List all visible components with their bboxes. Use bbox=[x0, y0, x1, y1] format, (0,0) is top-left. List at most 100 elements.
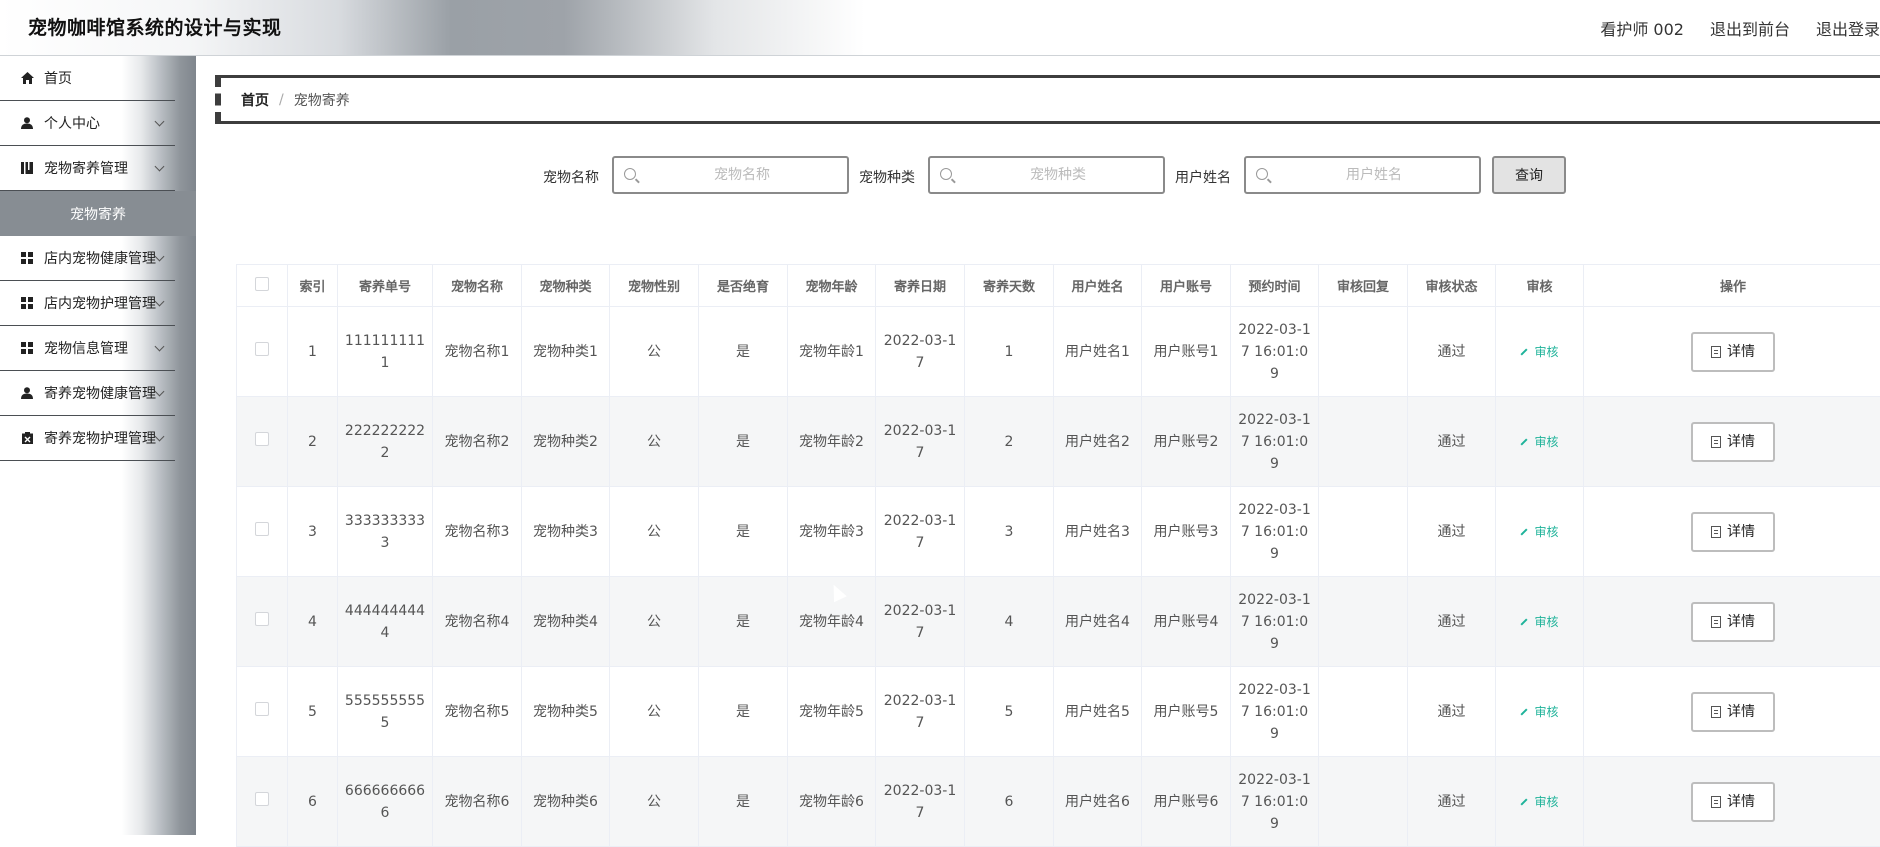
detail-button[interactable]: 详情 bbox=[1691, 332, 1775, 372]
cell-time: 2022-03-17 16:01:09 bbox=[1231, 667, 1319, 757]
detail-button[interactable]: 详情 bbox=[1691, 782, 1775, 822]
user-name-label: 用户姓名 bbox=[1175, 167, 1231, 187]
column-header: 寄养天数 bbox=[965, 265, 1054, 307]
breadcrumb-home[interactable]: 首页 bbox=[241, 90, 269, 110]
sidebar-item-boarding-care[interactable]: 寄养宠物护理管理 bbox=[0, 416, 175, 461]
cell-gender: 公 bbox=[610, 667, 699, 757]
table-row: 44444444444宠物名称4宠物种类4公是宠物年龄42022-03-174用… bbox=[237, 577, 1880, 667]
detail-button[interactable]: 详情 bbox=[1691, 602, 1775, 642]
audit-link[interactable]: 审核 bbox=[1520, 525, 1558, 539]
table-row: 33333333333宠物名称3宠物种类3公是宠物年龄32022-03-173用… bbox=[237, 487, 1880, 577]
cell-user: 用户姓名3 bbox=[1054, 487, 1142, 577]
cell-audit: 审核 bbox=[1496, 667, 1584, 757]
cell-date: 2022-03-17 bbox=[876, 757, 965, 847]
cell-order-no: 3333333333 bbox=[338, 487, 433, 577]
logout-link[interactable]: 退出登录 bbox=[1816, 16, 1880, 40]
cell-reply bbox=[1319, 307, 1408, 397]
select-all-cell[interactable] bbox=[237, 265, 288, 307]
column-header: 审核 bbox=[1496, 265, 1584, 307]
cell-date: 2022-03-17 bbox=[876, 667, 965, 757]
cell-index: 2 bbox=[288, 397, 338, 487]
cell-days: 4 bbox=[965, 577, 1054, 667]
audit-link[interactable]: 审核 bbox=[1520, 615, 1558, 629]
row-select-cell[interactable] bbox=[237, 397, 288, 487]
grid-icon bbox=[20, 341, 34, 355]
row-select-cell[interactable] bbox=[237, 667, 288, 757]
cell-audit: 审核 bbox=[1496, 577, 1584, 667]
sidebar-item-boarding-health[interactable]: 寄养宠物健康管理 bbox=[0, 371, 175, 416]
cell-actions: 详情 bbox=[1584, 307, 1880, 397]
detail-button[interactable]: 详情 bbox=[1691, 422, 1775, 462]
search-icon bbox=[940, 168, 952, 180]
cell-age: 宠物年龄5 bbox=[788, 667, 876, 757]
table-header-row: 索引 寄养单号 宠物名称 宠物种类 宠物性别 是否绝育 宠物年龄 寄养日期 寄养… bbox=[237, 265, 1880, 307]
search-bar: 宠物名称 宠物种类 用户姓名 查询 bbox=[0, 156, 1880, 196]
pet-name-field[interactable] bbox=[612, 156, 849, 194]
cell-actions: 详情 bbox=[1584, 577, 1880, 667]
sidebar-item-personal-center[interactable]: 个人中心 bbox=[0, 101, 175, 146]
search-icon bbox=[624, 168, 636, 180]
document-icon bbox=[1711, 796, 1721, 808]
audit-link[interactable]: 审核 bbox=[1520, 345, 1558, 359]
detail-label: 详情 bbox=[1727, 611, 1755, 633]
cell-days: 3 bbox=[965, 487, 1054, 577]
row-checkbox[interactable] bbox=[255, 792, 269, 806]
breadcrumb-current: 宠物寄养 bbox=[294, 90, 350, 110]
cell-account: 用户账号5 bbox=[1142, 667, 1231, 757]
grid-icon bbox=[20, 296, 34, 310]
user-name-field[interactable] bbox=[1244, 156, 1481, 194]
detail-button[interactable]: 详情 bbox=[1691, 692, 1775, 732]
row-checkbox[interactable] bbox=[255, 432, 269, 446]
row-checkbox[interactable] bbox=[255, 702, 269, 716]
edit-icon bbox=[1521, 618, 1528, 625]
user-name-input[interactable] bbox=[1274, 158, 1474, 192]
row-select-cell[interactable] bbox=[237, 757, 288, 847]
cell-name: 宠物名称3 bbox=[433, 487, 522, 577]
user-icon bbox=[20, 116, 34, 130]
cell-order-no: 1111111111 bbox=[338, 307, 433, 397]
cell-audit: 审核 bbox=[1496, 757, 1584, 847]
audit-link[interactable]: 审核 bbox=[1520, 795, 1558, 809]
cell-audit: 审核 bbox=[1496, 307, 1584, 397]
row-checkbox[interactable] bbox=[255, 612, 269, 626]
row-checkbox[interactable] bbox=[255, 522, 269, 536]
pet-name-input[interactable] bbox=[642, 158, 842, 192]
cell-date: 2022-03-17 bbox=[876, 577, 965, 667]
edit-icon bbox=[1521, 438, 1528, 445]
row-select-cell[interactable] bbox=[237, 577, 288, 667]
sidebar-subitem-pet-boarding[interactable]: 宠物寄养 bbox=[0, 191, 196, 236]
sidebar-item-pet-info[interactable]: 宠物信息管理 bbox=[0, 326, 175, 371]
cell-account: 用户账号6 bbox=[1142, 757, 1231, 847]
cell-date: 2022-03-17 bbox=[876, 307, 965, 397]
cell-gender: 公 bbox=[610, 757, 699, 847]
query-button[interactable]: 查询 bbox=[1492, 156, 1566, 194]
cell-days: 5 bbox=[965, 667, 1054, 757]
cell-days: 1 bbox=[965, 307, 1054, 397]
sidebar-item-store-care[interactable]: 店内宠物护理管理 bbox=[0, 281, 175, 326]
cell-user: 用户姓名1 bbox=[1054, 307, 1142, 397]
select-all-checkbox[interactable] bbox=[255, 277, 269, 291]
document-icon bbox=[1711, 616, 1721, 628]
grid-icon bbox=[20, 251, 34, 265]
sidebar-item-home[interactable]: 首页 bbox=[0, 56, 175, 101]
sidebar-item-store-health[interactable]: 店内宠物健康管理 bbox=[0, 236, 175, 281]
cell-status: 通过 bbox=[1408, 667, 1496, 757]
cell-actions: 详情 bbox=[1584, 667, 1880, 757]
back-to-front-link[interactable]: 退出到前台 bbox=[1710, 16, 1790, 40]
detail-button[interactable]: 详情 bbox=[1691, 512, 1775, 552]
cell-type: 宠物种类5 bbox=[522, 667, 610, 757]
audit-label: 审核 bbox=[1534, 615, 1558, 629]
cell-status: 通过 bbox=[1408, 757, 1496, 847]
row-select-cell[interactable] bbox=[237, 487, 288, 577]
pet-type-input[interactable] bbox=[958, 158, 1158, 192]
row-select-cell[interactable] bbox=[237, 307, 288, 397]
audit-link[interactable]: 审核 bbox=[1520, 705, 1558, 719]
pet-type-field[interactable] bbox=[928, 156, 1165, 194]
row-checkbox[interactable] bbox=[255, 342, 269, 356]
audit-link[interactable]: 审核 bbox=[1520, 435, 1558, 449]
cell-neutered: 是 bbox=[699, 757, 788, 847]
cell-time: 2022-03-17 16:01:09 bbox=[1231, 487, 1319, 577]
chevron-down-icon bbox=[155, 252, 165, 262]
sidebar-item-label: 店内宠物健康管理 bbox=[44, 248, 156, 268]
edit-icon bbox=[1521, 708, 1528, 715]
